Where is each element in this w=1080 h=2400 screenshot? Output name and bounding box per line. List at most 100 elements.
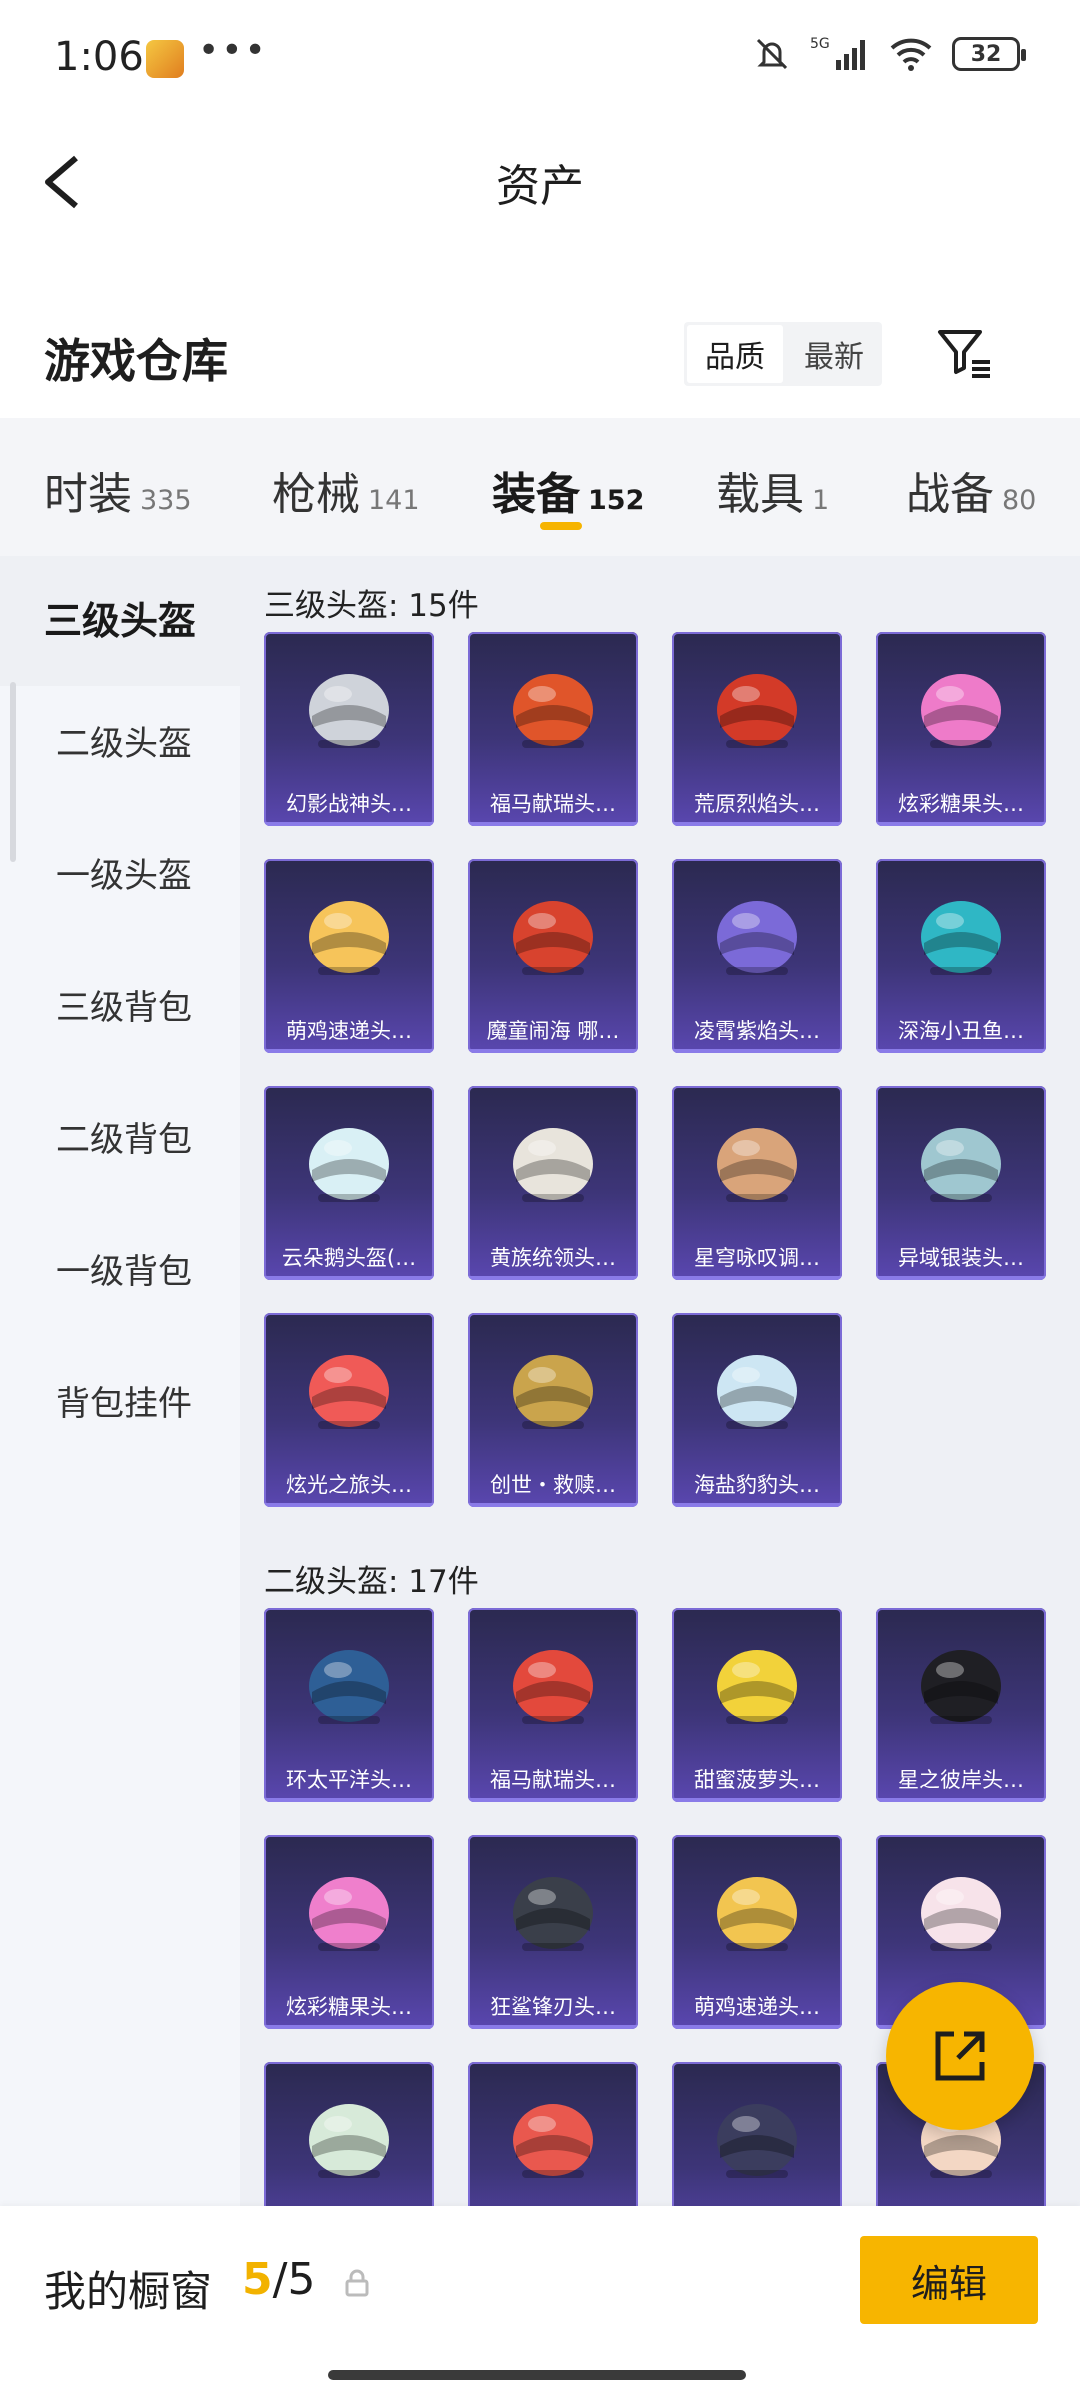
item-card[interactable]: 星之彼岸头… bbox=[876, 1608, 1046, 1802]
item-card[interactable] bbox=[264, 2062, 434, 2206]
sidebar-item-level1-helmet[interactable]: 一级头盔 bbox=[0, 836, 240, 916]
share-icon bbox=[935, 2031, 985, 2081]
item-rarity-bar bbox=[672, 1276, 842, 1280]
helmet-icon bbox=[309, 1650, 389, 1724]
tab-supplies[interactable]: 战备 80 bbox=[906, 458, 1036, 522]
tab-label: 枪械 bbox=[272, 469, 360, 520]
helmet-icon bbox=[921, 1128, 1001, 1202]
item-card[interactable]: 炫光之旅头… bbox=[264, 1313, 434, 1507]
item-rarity-bar bbox=[672, 822, 842, 826]
item-card[interactable]: 深海小丑鱼… bbox=[876, 859, 1046, 1053]
item-rarity-bar bbox=[876, 1049, 1046, 1053]
item-card[interactable]: 云朵鹅头盔(… bbox=[264, 1086, 434, 1280]
sidebar-item-level1-backpack[interactable]: 一级背包 bbox=[0, 1232, 240, 1312]
sidebar-item-backpack-charm[interactable]: 背包挂件 bbox=[0, 1364, 240, 1444]
filter-icon[interactable] bbox=[934, 322, 996, 384]
sort-quality-option[interactable]: 品质 bbox=[687, 325, 783, 383]
helmet-icon bbox=[513, 901, 593, 975]
tab-label: 战备 bbox=[906, 469, 994, 520]
tab-count: 152 bbox=[588, 485, 645, 516]
battery-icon: 32 bbox=[952, 37, 1026, 71]
section-title-level3-helmet: 三级头盔: 15件 bbox=[264, 588, 479, 624]
showcase-current: 5 bbox=[242, 2254, 273, 2305]
item-name: 海盐豹豹头… bbox=[694, 1473, 820, 1497]
showcase-label: 我的橱窗 bbox=[44, 2267, 213, 2316]
sort-latest-option[interactable]: 最新 bbox=[786, 322, 882, 386]
helmet-icon bbox=[921, 901, 1001, 975]
tab-weapons[interactable]: 枪械 141 bbox=[272, 458, 420, 522]
home-indicator bbox=[328, 2370, 746, 2380]
item-rarity-bar bbox=[264, 2025, 434, 2029]
item-rarity-bar bbox=[264, 1503, 434, 1507]
item-rarity-bar bbox=[468, 1049, 638, 1053]
item-card[interactable] bbox=[672, 2062, 842, 2206]
status-bar: 1:06 ••• 5G 32 bbox=[0, 0, 1080, 120]
item-name: 凌霄紫焰头… bbox=[694, 1019, 820, 1043]
item-rarity-bar bbox=[264, 1276, 434, 1280]
tab-count: 1 bbox=[812, 485, 830, 516]
item-name: 幻影战神头… bbox=[286, 792, 412, 816]
item-card[interactable] bbox=[468, 2062, 638, 2206]
share-button[interactable] bbox=[886, 1982, 1034, 2130]
item-card[interactable]: 萌鸡速递头… bbox=[264, 859, 434, 1053]
item-card[interactable]: 星穹咏叹调… bbox=[672, 1086, 842, 1280]
sidebar-scrollbar[interactable] bbox=[10, 682, 16, 862]
item-name: 星穹咏叹调… bbox=[694, 1246, 820, 1270]
signal-icon: 5G bbox=[810, 36, 865, 70]
subcategory-sidebar: 三级头盔 二级头盔 一级头盔 三级背包 二级背包 一级背包 背包挂件 bbox=[0, 556, 240, 2206]
helmet-icon bbox=[513, 1877, 593, 1951]
helmet-icon bbox=[513, 674, 593, 748]
helmet-icon bbox=[513, 1128, 593, 1202]
item-card[interactable]: 环太平洋头… bbox=[264, 1608, 434, 1802]
item-card[interactable]: 甜蜜菠萝头… bbox=[672, 1608, 842, 1802]
item-card[interactable]: 萌鸡速递头… bbox=[672, 1835, 842, 2029]
item-name: 荒原烈焰头… bbox=[694, 792, 820, 816]
showcase-total: 5 bbox=[287, 2254, 316, 2305]
tab-count: 335 bbox=[140, 485, 192, 516]
item-card[interactable]: 福马献瑞头… bbox=[468, 632, 638, 826]
item-rarity-bar bbox=[468, 2025, 638, 2029]
item-name: 深海小丑鱼… bbox=[898, 1019, 1024, 1043]
item-name: 甜蜜菠萝头… bbox=[694, 1768, 820, 1792]
item-card[interactable]: 狂鲨锋刃头… bbox=[468, 1835, 638, 2029]
item-card[interactable]: 异域银装头… bbox=[876, 1086, 1046, 1280]
helmet-icon bbox=[921, 1650, 1001, 1724]
sidebar-item-level2-helmet[interactable]: 二级头盔 bbox=[0, 704, 240, 784]
tab-vehicles[interactable]: 载具 1 bbox=[716, 458, 829, 522]
edit-button[interactable]: 编辑 bbox=[860, 2236, 1038, 2324]
item-card[interactable]: 荒原烈焰头… bbox=[672, 632, 842, 826]
helmet-icon bbox=[921, 674, 1001, 748]
item-name: 云朵鹅头盔(… bbox=[281, 1246, 417, 1270]
item-card[interactable]: 炫彩糖果头… bbox=[264, 1835, 434, 2029]
item-name: 萌鸡速递头… bbox=[694, 1995, 820, 2019]
tab-equipment[interactable]: 装备 152 bbox=[492, 458, 644, 522]
item-card[interactable]: 幻影战神头… bbox=[264, 632, 434, 826]
sidebar-item-level3-helmet[interactable]: 三级头盔 bbox=[0, 556, 240, 686]
item-card[interactable]: 创世・救赎… bbox=[468, 1313, 638, 1507]
sidebar-item-level3-backpack[interactable]: 三级背包 bbox=[0, 968, 240, 1048]
tab-label: 载具 bbox=[716, 469, 804, 520]
helmet-icon bbox=[717, 2104, 797, 2178]
tab-fashion[interactable]: 时装 335 bbox=[44, 458, 192, 522]
active-tab-indicator bbox=[540, 522, 582, 530]
helmet-icon bbox=[921, 1877, 1001, 1951]
game-app-icon bbox=[146, 40, 184, 78]
sidebar-item-level2-backpack[interactable]: 二级背包 bbox=[0, 1100, 240, 1180]
item-card[interactable]: 炫彩糖果头… bbox=[876, 632, 1046, 826]
item-name: 萌鸡速递头… bbox=[286, 1019, 412, 1043]
helmet-icon bbox=[717, 1355, 797, 1429]
item-card[interactable]: 海盐豹豹头… bbox=[672, 1313, 842, 1507]
status-time: 1:06 bbox=[54, 34, 144, 80]
helmet-icon bbox=[309, 1128, 389, 1202]
item-rarity-bar bbox=[264, 1049, 434, 1053]
item-rarity-bar bbox=[672, 2025, 842, 2029]
item-card[interactable]: 福马献瑞头… bbox=[468, 1608, 638, 1802]
item-card[interactable]: 魔童闹海 哪… bbox=[468, 859, 638, 1053]
item-card[interactable]: 黄族统领头… bbox=[468, 1086, 638, 1280]
item-rarity-bar bbox=[876, 822, 1046, 826]
item-rarity-bar bbox=[468, 1503, 638, 1507]
item-card[interactable]: 凌霄紫焰头… bbox=[672, 859, 842, 1053]
item-name: 炫光之旅头… bbox=[286, 1473, 412, 1497]
helmet-icon bbox=[717, 1877, 797, 1951]
top-header: 资产 bbox=[0, 120, 1080, 240]
